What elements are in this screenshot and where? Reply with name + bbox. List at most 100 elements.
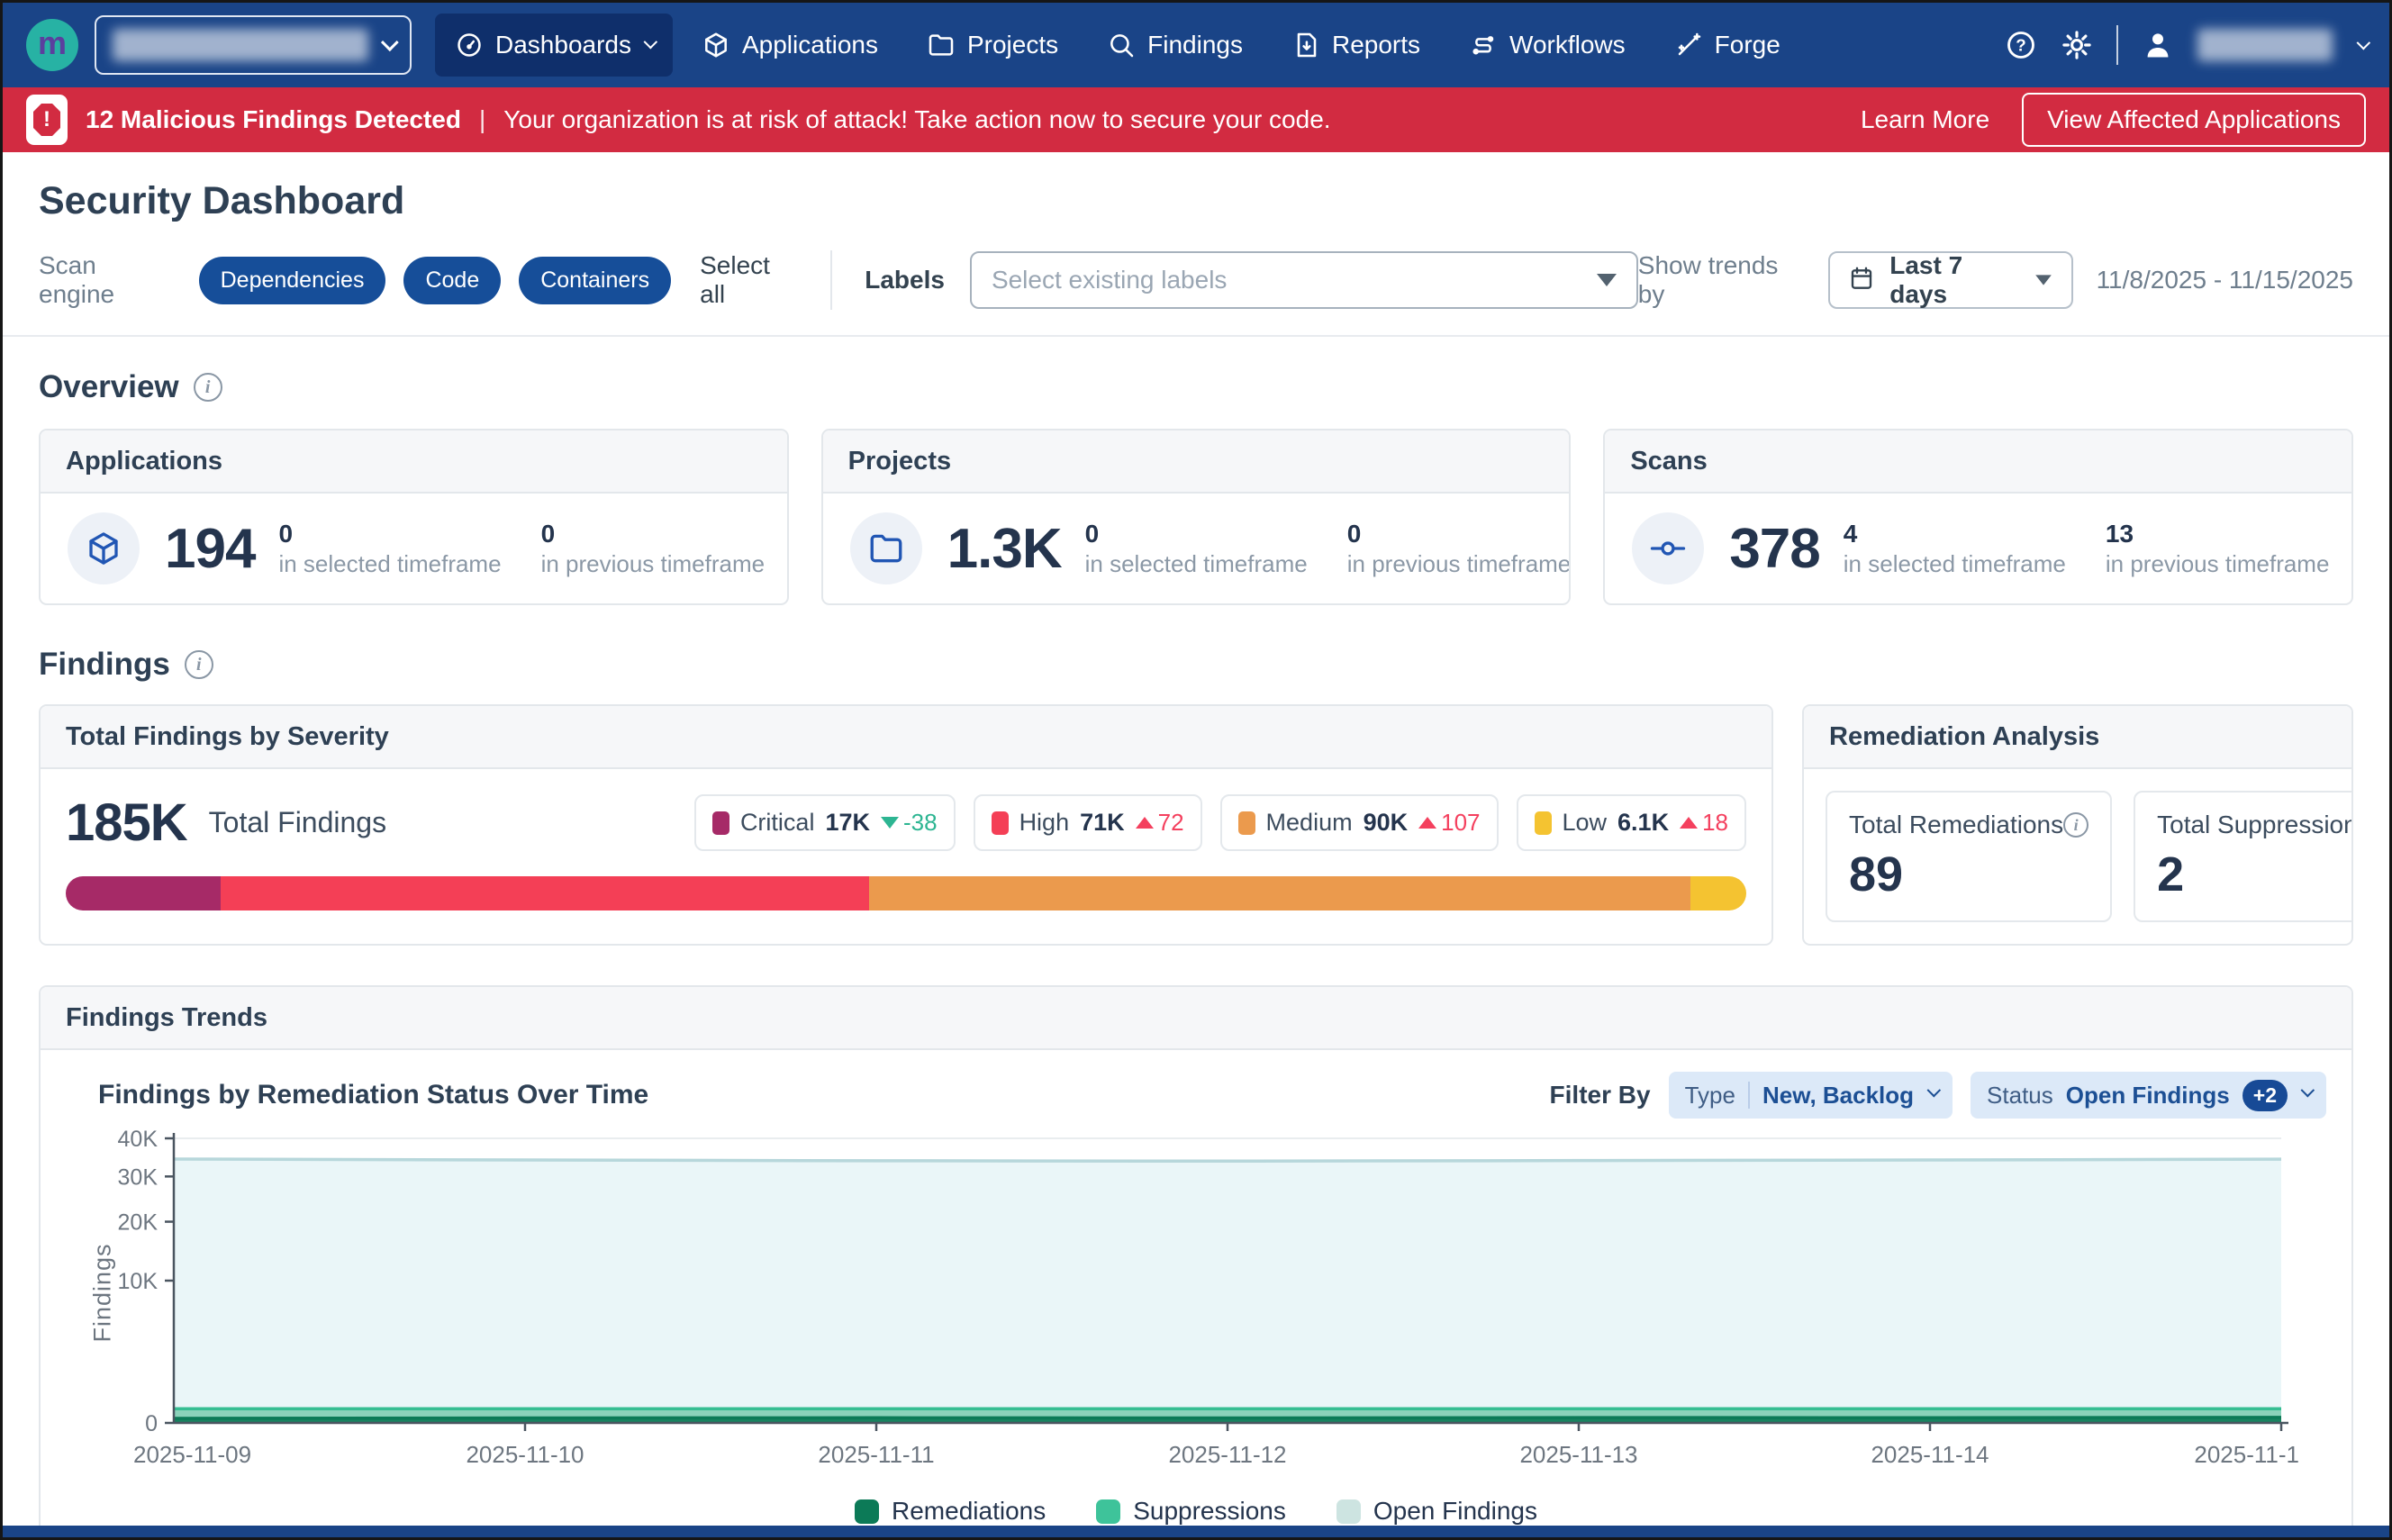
workflow-icon — [1469, 31, 1498, 59]
nav-item-findings[interactable]: Findings — [1087, 14, 1263, 77]
wand-icon — [1674, 31, 1703, 59]
severity-chips: Critical 17K -38 High 71K 72 Medium 90K … — [694, 794, 1746, 851]
severity-name: Low — [1563, 809, 1608, 837]
severity-value: 17K — [825, 809, 870, 837]
type-filter-value: New, Backlog — [1762, 1082, 1914, 1110]
chart-y-axis-label: Findings — [89, 1243, 117, 1342]
card-value: 194 — [165, 517, 255, 581]
status-filter-label: Status — [1987, 1082, 2053, 1110]
severity-stacked-bar — [66, 876, 1746, 910]
overview-info-icon[interactable]: i — [194, 373, 222, 402]
banner-message: Your organization is at risk of attack! … — [503, 105, 1330, 134]
legend-item-open-findings[interactable]: Open Findings — [1336, 1497, 1537, 1526]
help-icon[interactable]: ? — [2005, 29, 2037, 61]
user-menu-chevron-icon[interactable] — [2357, 35, 2371, 50]
svg-text:2025-11-11: 2025-11-11 — [818, 1441, 934, 1468]
mend-logo[interactable]: m — [26, 19, 78, 71]
severity-chip-high[interactable]: High 71K 72 — [974, 794, 1202, 851]
nav-item-projects[interactable]: Projects — [907, 14, 1078, 77]
severity-chip-low[interactable]: Low 6.1K 18 — [1517, 794, 1747, 851]
nav-item-reports[interactable]: Reports — [1272, 14, 1440, 77]
nav-right: ? — [2005, 25, 2366, 65]
type-filter-chevron-icon — [1927, 1083, 1942, 1097]
folder-icon — [927, 31, 956, 59]
legend-item-remediations[interactable]: Remediations — [855, 1497, 1046, 1526]
status-filter-value: Open Findings — [2066, 1082, 2230, 1110]
labels-input[interactable] — [992, 266, 1597, 294]
scan-engine-chip-containers[interactable]: Containers — [519, 257, 671, 304]
nav-item-forge[interactable]: Forge — [1654, 14, 1800, 77]
svg-text:?: ? — [2016, 35, 2025, 54]
severity-swatch — [712, 811, 729, 835]
malicious-findings-banner: ! 12 Malicious Findings Detected | Your … — [3, 87, 2389, 152]
type-filter[interactable]: Type New, Backlog — [1669, 1072, 1953, 1119]
filter-bar: Scan engine DependenciesCodeContainers S… — [39, 250, 2353, 310]
previous-timeframe-label: in previous timeframe — [541, 550, 766, 578]
chevron-down-icon — [644, 34, 658, 49]
trend-period-select[interactable]: Last 7 days — [1828, 251, 2072, 309]
findings-title: Findings — [39, 647, 170, 683]
bar-segment-medium — [869, 876, 1690, 910]
svg-text:2025-11-13: 2025-11-13 — [1519, 1441, 1637, 1468]
cube-icon — [702, 31, 730, 59]
scan-engine-chip-dependencies[interactable]: Dependencies — [199, 257, 386, 304]
card-value: 1.3K — [947, 517, 1062, 581]
status-filter[interactable]: Status Open Findings +2 — [1971, 1072, 2326, 1119]
legend-item-suppressions[interactable]: Suppressions — [1096, 1497, 1286, 1526]
total-findings-value: 185K — [66, 793, 187, 853]
info-icon[interactable]: i — [2063, 812, 2088, 838]
trend-dropdown-icon — [2035, 275, 2052, 285]
view-affected-applications-button[interactable]: View Affected Applications — [2022, 93, 2366, 147]
severity-card-header: Total Findings by Severity — [41, 706, 1771, 769]
severity-delta: 72 — [1136, 809, 1184, 837]
svg-text:2025-11-14: 2025-11-14 — [1871, 1441, 1989, 1468]
overview-title: Overview — [39, 369, 179, 405]
severity-value: 90K — [1364, 809, 1409, 837]
nav-item-applications[interactable]: Applications — [682, 14, 898, 77]
severity-delta: -38 — [881, 809, 938, 837]
previous-timeframe-value: 0 — [1347, 520, 1572, 548]
user-avatar-icon — [2142, 29, 2174, 61]
scan-icon — [1632, 512, 1704, 584]
severity-chip-medium[interactable]: Medium 90K 107 — [1220, 794, 1499, 851]
severity-chip-critical[interactable]: Critical 17K -38 — [694, 794, 956, 851]
report-icon — [1291, 31, 1320, 59]
overview-card-scans: Scans 378 4 in selected timeframe 13 in … — [1603, 429, 2353, 605]
selected-timeframe-label: in selected timeframe — [278, 550, 501, 578]
scan-engine-chip-code[interactable]: Code — [403, 257, 501, 304]
legend-label: Open Findings — [1373, 1497, 1537, 1526]
trends-card-header: Findings Trends — [41, 987, 2351, 1050]
nav-item-workflows[interactable]: Workflows — [1449, 14, 1645, 77]
organization-select[interactable] — [95, 15, 412, 75]
gauge-icon — [455, 31, 484, 59]
user-name-redacted — [2197, 29, 2333, 61]
logo-letter: m — [38, 27, 67, 59]
svg-text:2025-11-10: 2025-11-10 — [466, 1441, 584, 1468]
severity-name: Critical — [740, 809, 815, 837]
metric-label: Total Suppressions — [2157, 811, 2353, 839]
nav-item-label: Projects — [967, 31, 1058, 59]
svg-text:20K: 20K — [118, 1210, 159, 1236]
findings-info-icon[interactable]: i — [185, 650, 213, 679]
severity-delta: 107 — [1418, 809, 1480, 837]
previous-timeframe-value: 13 — [2106, 520, 2330, 548]
labels-select[interactable] — [970, 251, 1638, 309]
total-findings-by-severity-card: Total Findings by Severity 185K Total Fi… — [39, 704, 1773, 946]
metric-value: 2 — [2157, 847, 2353, 902]
legend-label: Remediations — [892, 1497, 1046, 1526]
svg-text:40K: 40K — [118, 1127, 159, 1152]
show-trends-label: Show trends by — [1638, 251, 1805, 309]
selected-timeframe-label: in selected timeframe — [1844, 550, 2066, 578]
learn-more-link[interactable]: Learn More — [1861, 105, 1989, 134]
bar-segment-critical — [66, 876, 221, 910]
severity-name: Medium — [1266, 809, 1353, 837]
bar-segment-low — [1690, 876, 1746, 910]
metric-total-remediations: Total Remediations i 89 — [1826, 791, 2112, 922]
nav-item-dashboards[interactable]: Dashboards — [435, 14, 673, 77]
calendar-icon — [1848, 265, 1875, 296]
page-title: Security Dashboard — [39, 179, 2353, 223]
top-navbar: m Dashboards Applications Projects Findi… — [3, 3, 2389, 87]
gear-icon[interactable] — [2061, 29, 2093, 61]
select-all-link[interactable]: Select all — [700, 251, 798, 309]
labels-dropdown-icon — [1597, 274, 1617, 286]
